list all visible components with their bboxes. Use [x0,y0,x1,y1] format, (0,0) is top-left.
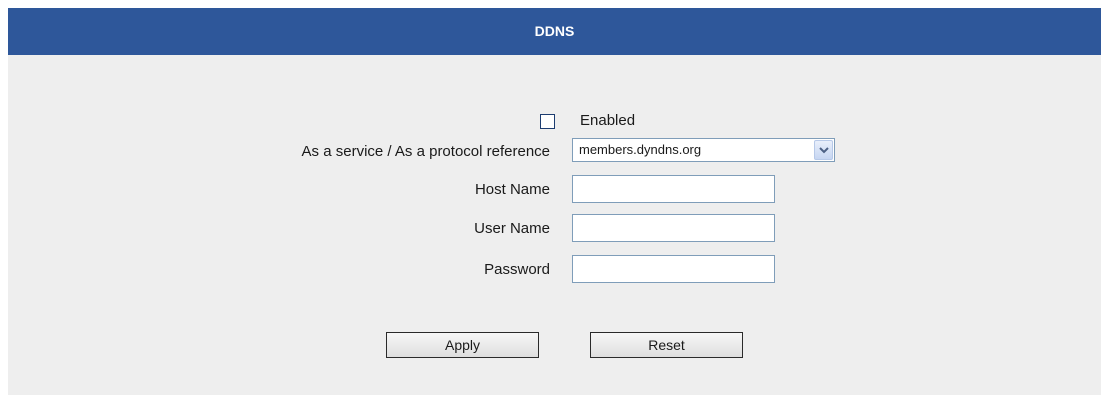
apply-button[interactable]: Apply [386,332,539,358]
ddns-panel: DDNS Enabled As a service / As a protoco… [8,8,1101,395]
enabled-checkbox[interactable] [540,114,555,129]
password-field[interactable] [572,255,775,283]
user-name-label: User Name [474,220,550,237]
page-title: DDNS [8,8,1101,55]
service-select-value: members.dyndns.org [579,142,702,157]
host-name-field[interactable] [572,175,775,203]
service-select[interactable]: members.dyndns.org [572,138,835,162]
enabled-label: Enabled [580,112,636,129]
user-name-field[interactable] [572,214,775,242]
chevron-down-icon[interactable] [814,140,833,160]
password-label: Password [484,261,550,278]
service-label: As a service / As a protocol reference [301,143,550,160]
reset-button[interactable]: Reset [590,332,743,358]
host-name-label: Host Name [474,181,550,198]
